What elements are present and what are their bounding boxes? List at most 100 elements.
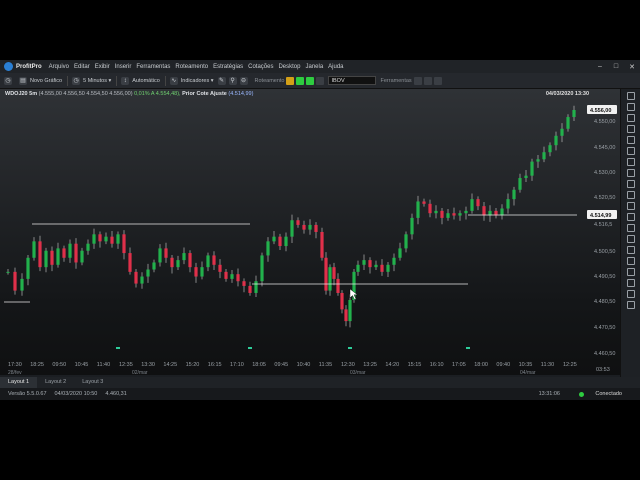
trash-icon[interactable]: [626, 268, 635, 276]
rect-icon[interactable]: [626, 169, 635, 177]
x-tick-label: 09:50: [52, 362, 66, 368]
candle-body: [206, 255, 210, 268]
price-chart[interactable]: 4.550,00 4.545,00 4.530,00 4.520,50 4.516,5 4…: [0, 89, 621, 375]
clock-button[interactable]: ◷: [4, 76, 15, 85]
brush-icon[interactable]: [626, 213, 635, 221]
session-marker: [248, 347, 252, 349]
clock-icon: ◷: [4, 76, 12, 85]
menu-exibir[interactable]: Exibir: [95, 64, 110, 70]
symbol-input[interactable]: IBOV: [328, 76, 377, 85]
trade-button[interactable]: [306, 76, 315, 85]
tab-layout-2[interactable]: Layout 2: [37, 377, 74, 388]
hline-icon[interactable]: [626, 136, 635, 144]
candle-body: [368, 260, 372, 268]
x-tick-label: 09:45: [274, 362, 288, 368]
candle-body: [80, 250, 84, 263]
indicators-button[interactable]: ∿ Indicadores ▾: [169, 76, 214, 85]
candle-body: [38, 241, 42, 268]
candlestick-chart[interactable]: 4.550,00 4.545,00 4.530,00 4.520,50 4.516,5 4…: [0, 89, 621, 375]
main-toolbar: ◷ ▤ Novo Gráfico ◷ 5 Minutos ▾ ↕ Automático…: [0, 73, 640, 89]
minimize-icon[interactable]: –: [592, 60, 608, 73]
eye-icon[interactable]: [626, 257, 635, 265]
x-tick-label: 14:20: [385, 362, 399, 368]
candle-body: [458, 213, 462, 216]
corner-time-label: 03:53: [596, 367, 610, 373]
tools-label[interactable]: Ferramentas: [380, 78, 411, 84]
menu-janela[interactable]: Janela: [305, 64, 323, 70]
channel-icon[interactable]: [626, 158, 635, 166]
candle-body: [512, 189, 516, 200]
x-tick-label: 15:15: [408, 362, 422, 368]
auto-scale-button[interactable]: ↕ Automático: [121, 76, 160, 85]
tool-button[interactable]: [433, 76, 442, 85]
status-value: 4.460,31: [105, 391, 127, 397]
candle-body: [92, 234, 96, 244]
settings-icon[interactable]: [626, 279, 635, 287]
line-icon[interactable]: [626, 114, 635, 122]
fibo-icon[interactable]: [626, 147, 635, 155]
menu-roteamento[interactable]: Roteamento: [175, 64, 208, 70]
maximize-icon[interactable]: □: [608, 60, 624, 73]
crosshair-icon[interactable]: [626, 103, 635, 111]
candle-body: [284, 236, 288, 247]
candle-body: [560, 128, 564, 136]
candle-body: [470, 199, 474, 211]
candle-body: [56, 248, 60, 265]
candle-body: [452, 213, 456, 216]
tab-layout-1[interactable]: Layout 1: [0, 377, 38, 388]
tab-layout-3[interactable]: Layout 3: [74, 377, 111, 388]
ref-price-label: 4.514,99: [590, 213, 611, 219]
pencil-icon: ✎: [217, 76, 226, 85]
menu-cotacoes[interactable]: Cotações: [248, 64, 273, 70]
menu-ajuda[interactable]: Ajuda: [328, 64, 343, 70]
magnet-icon[interactable]: [626, 235, 635, 243]
ruler-icon[interactable]: [626, 224, 635, 232]
x-tick-label: 11:30: [541, 362, 554, 368]
layers-icon[interactable]: [626, 301, 635, 309]
arrow-icon[interactable]: [626, 202, 635, 210]
indicators-label: Indicadores: [180, 77, 210, 84]
candle-body: [554, 135, 558, 146]
close-icon[interactable]: ✕: [624, 60, 640, 73]
toolbar-divider: [67, 75, 69, 86]
new-chart-button[interactable]: ▤ Novo Gráfico: [19, 76, 62, 85]
trendline-icon[interactable]: [626, 125, 635, 133]
sell-color-button[interactable]: [296, 76, 305, 85]
buy-color-button[interactable]: [286, 76, 295, 85]
lock-icon[interactable]: [626, 246, 635, 254]
circle-icon[interactable]: [626, 180, 635, 188]
draw-tools[interactable]: ✎ ⚲ ⊖: [217, 76, 251, 85]
x-tick-label: 10:35: [519, 362, 533, 368]
chart-symbol: WDOJ20 5m: [5, 91, 38, 97]
menu-inserir[interactable]: Inserir: [115, 64, 132, 70]
menu-estrategias[interactable]: Estratégias: [213, 64, 243, 70]
candle-body: [308, 224, 312, 230]
zoom-out-icon: ⊖: [239, 76, 248, 85]
candle-body: [242, 281, 246, 286]
grid-icon[interactable]: [626, 290, 635, 298]
zoom-icon: ⚲: [228, 76, 237, 85]
candle-body: [116, 234, 120, 244]
text-icon[interactable]: [626, 191, 635, 199]
menu-desktop[interactable]: Desktop: [278, 64, 300, 70]
menu-arquivo[interactable]: Arquivo: [49, 64, 69, 70]
candle-body: [548, 145, 552, 153]
candle-body: [224, 271, 228, 279]
timeframe-select[interactable]: ◷ 5 Minutos ▾: [72, 76, 111, 85]
menu-editar[interactable]: Editar: [74, 64, 90, 70]
y-tick-label: 4.470,50: [594, 325, 615, 331]
tool-button[interactable]: [423, 76, 432, 85]
menu-ferramentas[interactable]: Ferramentas: [136, 64, 170, 70]
version-label: Versão 5.5.0.67: [8, 391, 47, 397]
candle-body: [218, 264, 222, 272]
cursor-icon[interactable]: [626, 92, 635, 100]
candle-body: [332, 267, 336, 279]
order-button[interactable]: [316, 76, 325, 85]
tool-button[interactable]: [413, 76, 422, 85]
chart-datetime: 04/03/2020 13:30: [545, 91, 589, 97]
timeframe-label: 5 Minutos: [83, 77, 107, 84]
candle-body: [74, 243, 78, 263]
prior-label: Prior Cote Ajuste: [182, 91, 227, 97]
x-tick-label: 18:05: [252, 362, 266, 368]
candle-body: [212, 255, 216, 265]
